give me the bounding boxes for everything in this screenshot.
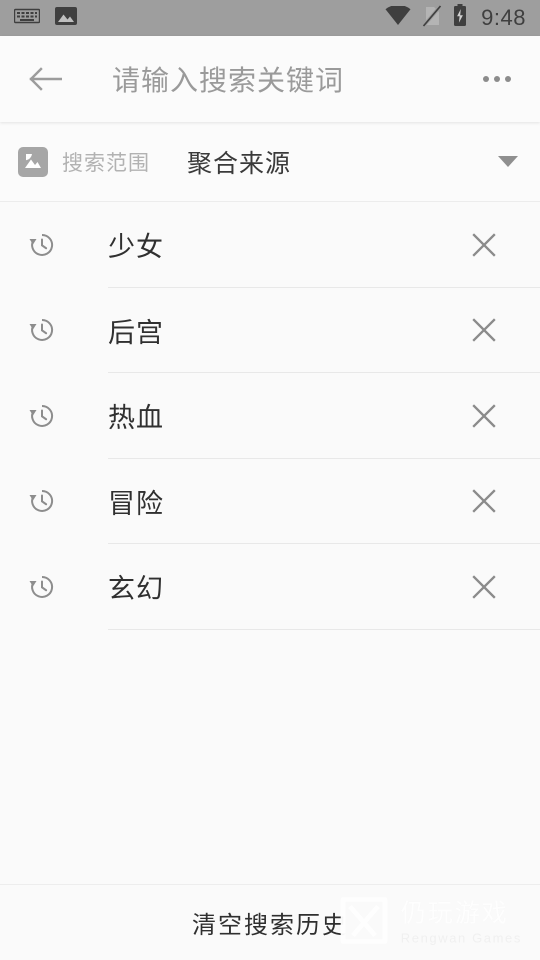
bottom-bar: 清空搜索历史 仍玩游戏 Rengwan Games <box>0 884 540 960</box>
delete-history-item-button[interactable] <box>462 565 506 609</box>
phone-screen: 9:48 请输入搜索关键词 搜索范围 聚合来源 少女 后宫 热血 冒险 玄幻 清… <box>0 0 540 960</box>
history-icon <box>20 565 64 609</box>
delete-history-item-button[interactable] <box>462 479 506 523</box>
delete-history-item-button[interactable] <box>462 223 506 267</box>
history-item-label: 后宫 <box>108 317 164 348</box>
watermark-en: Rengwan Games <box>400 930 522 945</box>
watermark-cn: 仍玩游戏 <box>400 899 509 927</box>
history-icon <box>20 394 64 438</box>
search-scope-value[interactable]: 聚合来源 <box>187 144 291 180</box>
back-button[interactable] <box>22 56 68 102</box>
table-row[interactable]: 热血 <box>0 373 540 459</box>
close-icon <box>472 489 496 513</box>
chevron-down-icon[interactable] <box>498 156 518 167</box>
close-icon <box>472 233 496 257</box>
table-row[interactable]: 玄幻 <box>0 544 540 630</box>
close-icon <box>472 318 496 342</box>
more-vertical-icon <box>494 76 500 82</box>
search-scope-row[interactable]: 搜索范围 聚合来源 <box>0 122 540 202</box>
history-item-label: 玄幻 <box>108 574 164 605</box>
table-row[interactable]: 后宫 <box>0 288 540 373</box>
search-scope-label: 搜索范围 <box>62 151 150 175</box>
battery-charging-icon <box>453 4 467 32</box>
overflow-menu-button[interactable] <box>474 56 520 102</box>
delete-history-item-button[interactable] <box>462 308 506 352</box>
close-icon <box>472 404 496 428</box>
history-item-label: 冒险 <box>108 488 164 519</box>
app-bar: 请输入搜索关键词 <box>0 36 540 122</box>
image-icon <box>54 4 78 33</box>
search-input[interactable]: 请输入搜索关键词 <box>112 59 474 99</box>
keyboard-icon <box>13 7 41 30</box>
watermark: 仍玩游戏 Rengwan Games <box>337 895 522 950</box>
no-sim-icon <box>422 4 443 32</box>
arrow-left-icon <box>29 67 62 91</box>
table-row[interactable]: 少女 <box>0 202 540 288</box>
status-bar: 9:48 <box>0 0 540 36</box>
history-icon <box>20 223 64 267</box>
search-history-list: 少女 后宫 热血 冒险 玄幻 <box>0 202 540 630</box>
more-vertical-icon <box>483 76 489 82</box>
wifi-icon <box>385 4 411 31</box>
delete-history-item-button[interactable] <box>462 394 506 438</box>
more-vertical-icon <box>505 76 511 82</box>
status-bar-left-icons <box>13 4 78 33</box>
history-icon <box>20 308 64 352</box>
watermark-text: 仍玩游戏 Rengwan Games <box>400 899 522 945</box>
clear-search-history-button[interactable]: 清空搜索历史 <box>192 905 348 940</box>
status-bar-clock: 9:48 <box>481 5 526 30</box>
table-row[interactable]: 冒险 <box>0 459 540 544</box>
history-item-label: 热血 <box>108 403 164 434</box>
history-icon <box>20 479 64 523</box>
image-placeholder-icon <box>18 146 48 177</box>
list-divider <box>108 628 540 630</box>
close-icon <box>472 575 496 599</box>
empty-area <box>0 629 540 884</box>
status-bar-right-icons: 9:48 <box>385 4 526 32</box>
history-item-label: 少女 <box>108 232 164 263</box>
